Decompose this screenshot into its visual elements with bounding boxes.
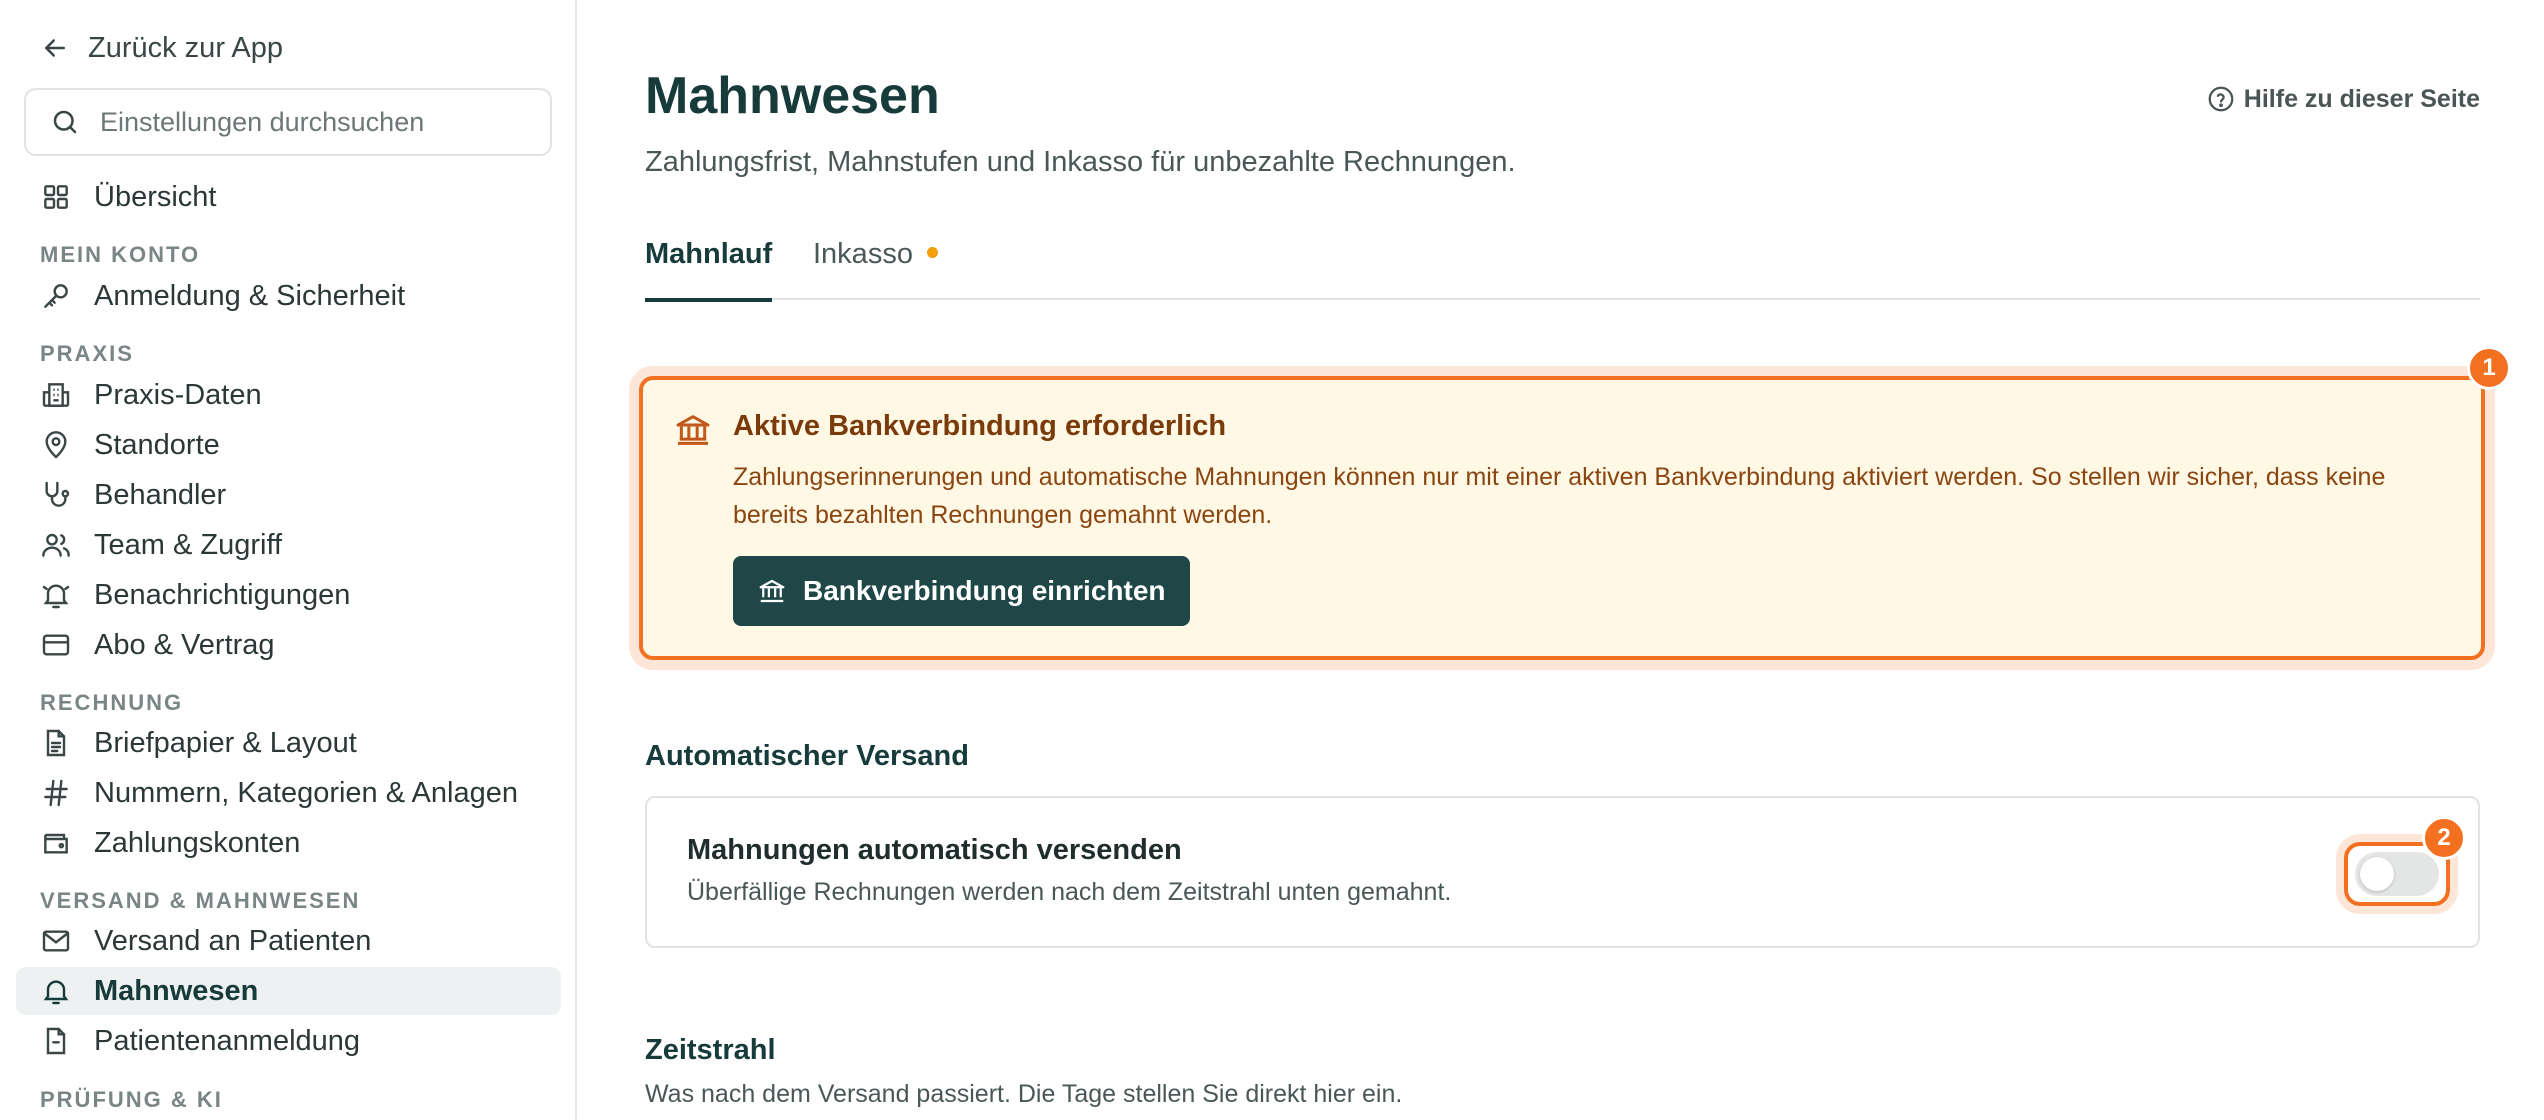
sidebar-item-label: Briefpapier & Layout xyxy=(94,726,357,759)
sidebar-section-billing: RECHNUNG xyxy=(40,690,184,715)
document-icon xyxy=(46,729,66,757)
auto-dunning-title: Mahnungen automatisch versenden xyxy=(687,834,1182,866)
tab-label: Mahnlauf xyxy=(645,238,773,270)
sidebar-item-numbers[interactable]: Nummern, Kategorien & Anlagen xyxy=(16,769,561,817)
sidebar-item-notifications[interactable]: Benachrichtigungen xyxy=(16,571,561,619)
map-pin-icon xyxy=(45,431,67,459)
users-icon xyxy=(42,533,70,557)
hash-icon xyxy=(44,779,68,807)
key-icon xyxy=(44,284,68,308)
alert-title: Aktive Bankverbindung erforderlich xyxy=(733,410,1227,442)
help-link-label: Hilfe zu dieser Seite xyxy=(2243,84,2480,113)
mail-icon xyxy=(42,930,70,952)
sidebar-item-locations[interactable]: Standorte xyxy=(16,421,561,469)
sidebar-item-label: Standorte xyxy=(94,428,220,461)
auto-dunning-card: Mahnungen automatisch versenden Überfäll… xyxy=(645,796,2480,948)
settings-search[interactable] xyxy=(24,88,552,156)
wallet-icon xyxy=(44,833,68,854)
sidebar-item-label: Patientenanmeldung xyxy=(94,1024,361,1057)
back-to-app-link[interactable]: Zurück zur App xyxy=(40,28,283,68)
sidebar-item-label: Übersicht xyxy=(94,180,217,213)
auto-dispatch-heading: Automatischer Versand xyxy=(645,740,969,772)
sidebar-item-payment-accounts[interactable]: Zahlungskonten xyxy=(16,819,561,867)
bank-connection-alert: Aktive Bankverbindung erforderlich Zahlu… xyxy=(639,376,2485,660)
sidebar-item-team-access[interactable]: Team & Zugriff xyxy=(16,521,561,569)
sidebar-item-label: Anmeldung & Sicherheit xyxy=(94,279,406,312)
tab-label: Inkasso xyxy=(813,238,913,270)
sidebar-item-practitioners[interactable]: Behandler xyxy=(16,471,561,519)
building-icon xyxy=(42,383,70,407)
back-link-label: Zurück zur App xyxy=(88,31,284,64)
sidebar-section-review: PRÜFUNG & KI xyxy=(40,1087,223,1112)
sidebar-item-label: Mahnwesen xyxy=(94,974,259,1007)
sidebar-section-practice: PRAXIS xyxy=(40,341,134,366)
search-icon xyxy=(53,110,77,134)
sidebar-item-label: Versand an Patienten xyxy=(94,924,372,957)
sidebar-item-practice-data[interactable]: Praxis-Daten xyxy=(16,371,561,419)
settings-main: Mahnwesen Hilfe zu dieser Seite Zahlungs… xyxy=(639,0,2511,1120)
settings-sidebar: Zurück zur App Übersicht MEIN KONTO Anme… xyxy=(0,0,577,1120)
help-link[interactable]: Hilfe zu dieser Seite xyxy=(2206,84,2480,114)
sidebar-section-account: MEIN KONTO xyxy=(40,242,201,267)
stethoscope-icon xyxy=(45,481,70,507)
timeline-heading: Zeitstrahl xyxy=(645,1034,776,1066)
help-circle-icon xyxy=(2208,86,2234,112)
step-badge: 2 xyxy=(2422,816,2466,860)
sidebar-item-label: Benachrichtigungen xyxy=(94,578,351,611)
sidebar-item-letterhead[interactable]: Briefpapier & Layout xyxy=(16,719,561,767)
grid-icon xyxy=(44,185,68,209)
bell-icon xyxy=(43,980,69,1005)
auto-dunning-description: Überfällige Rechnungen werden nach dem Z… xyxy=(687,878,1452,906)
sidebar-item-patient-registration[interactable]: Patientenanmeldung xyxy=(16,1017,561,1065)
toggle-knob xyxy=(2360,857,2394,891)
credit-card-icon xyxy=(42,634,70,656)
sidebar-item-label: Abo & Vertrag xyxy=(94,628,275,661)
tab-bar: Mahnlauf Inkasso xyxy=(645,234,2480,302)
bell-ringing-icon xyxy=(42,584,70,609)
tab-mahnlauf[interactable]: Mahnlauf xyxy=(645,238,773,302)
sidebar-item-dunning[interactable]: Mahnwesen xyxy=(16,967,561,1015)
toggle-track xyxy=(2355,852,2439,896)
sidebar-section-dispatch: VERSAND & MAHNWESEN xyxy=(40,888,361,913)
sidebar-item-subscription[interactable]: Abo & Vertrag xyxy=(16,621,561,669)
sidebar-item-login-security[interactable]: Anmeldung & Sicherheit xyxy=(16,272,561,320)
sidebar-item-overview[interactable]: Übersicht xyxy=(16,173,561,221)
sidebar-item-patient-dispatch[interactable]: Versand an Patienten xyxy=(16,917,561,965)
page-subtitle: Zahlungsfrist, Mahnstufen und Inkasso fü… xyxy=(645,146,1516,178)
tab-inkasso[interactable]: Inkasso xyxy=(813,238,938,298)
setup-bank-connection-button[interactable]: Bankverbindung einrichten xyxy=(733,556,1190,626)
sidebar-item-label: Praxis-Daten xyxy=(94,378,262,411)
sidebar-item-label: Nummern, Kategorien & Anlagen xyxy=(94,776,518,809)
sidebar-item-label: Team & Zugriff xyxy=(94,528,283,561)
timeline-description: Was nach dem Versand passiert. Die Tage … xyxy=(645,1080,1403,1108)
attention-dot-icon xyxy=(926,246,938,258)
bank-icon xyxy=(676,415,710,445)
button-label: Bankverbindung einrichten xyxy=(803,575,1166,606)
step-badge: 1 xyxy=(2467,346,2511,390)
clipboard-icon xyxy=(46,1027,66,1055)
sidebar-item-label: Behandler xyxy=(94,478,227,511)
bank-icon xyxy=(759,579,785,603)
alert-body: Zahlungserinnerungen und automatische Ma… xyxy=(733,463,2386,529)
page-title: Mahnwesen xyxy=(645,67,940,125)
arrow-left-icon xyxy=(45,39,65,57)
sidebar-item-label: Zahlungskonten xyxy=(94,826,301,859)
search-input[interactable] xyxy=(100,106,520,138)
